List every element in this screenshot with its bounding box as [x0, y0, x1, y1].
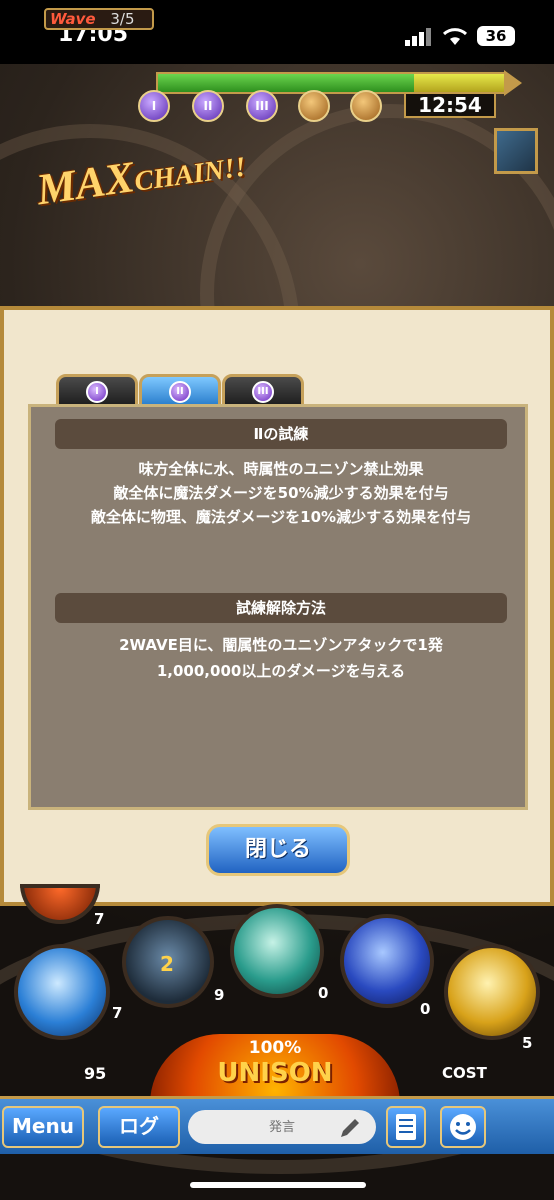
skill-count: 0	[318, 984, 329, 1002]
trial-content: Ⅱの試練 味方全体に水、時属性のユニゾン禁止効果 敵全体に魔法ダメージを50%減…	[28, 404, 528, 810]
smile-icon	[450, 1114, 476, 1140]
skill-count: 7	[112, 1004, 123, 1022]
skill-orb-wind[interactable]	[230, 904, 324, 998]
stage-orb: II	[192, 90, 224, 122]
release-line: 1,000,000以上のダメージを与える	[156, 662, 406, 680]
release-line: 2WAVE目に、闇属性のユニゾンアタックで1発	[119, 636, 443, 654]
stage-orb	[350, 90, 382, 122]
wifi-icon	[442, 28, 468, 45]
stage-orb	[298, 90, 330, 122]
skill-count: 7	[94, 910, 105, 928]
wave-count: 3/5	[110, 10, 135, 28]
wave-indicator: Wave 3/5	[44, 8, 154, 30]
menu-button[interactable]: Menu	[2, 1106, 84, 1148]
unison-left-count: 95	[84, 1064, 107, 1083]
pencil-icon[interactable]	[338, 1116, 362, 1140]
battery-icon: 36	[477, 26, 515, 46]
battle-timer: 12:54	[404, 92, 496, 118]
emote-button[interactable]	[440, 1106, 486, 1148]
trial-line: 味方全体に水、時属性のユニゾン禁止効果	[138, 460, 424, 478]
trial-line: 敵全体に魔法ダメージを50%減少する効果を付与	[113, 484, 449, 502]
cost-label: COST	[442, 1064, 487, 1082]
list-icon	[396, 1114, 416, 1140]
wave-word: Wave	[50, 10, 96, 28]
skill-count: 5	[522, 1034, 533, 1052]
skill-orb-light[interactable]	[444, 944, 540, 1040]
unison-percent: 100%	[248, 1038, 302, 1058]
tab-label: II	[169, 381, 191, 403]
tab-trial-3[interactable]: III	[222, 374, 304, 408]
unison-gauge[interactable]: 100% UNISON	[150, 1034, 400, 1104]
stage-orb: I	[138, 90, 170, 122]
unison-label: UNISON	[217, 1058, 333, 1088]
hourglass-icon[interactable]	[494, 128, 538, 174]
release-title: 試練解除方法	[55, 593, 507, 623]
list-button[interactable]	[386, 1106, 426, 1148]
close-button[interactable]: 閉じる	[206, 824, 350, 876]
tab-label: I	[86, 381, 108, 403]
stage-orb: III	[246, 90, 278, 122]
skill-orb-ice[interactable]	[14, 944, 110, 1040]
tab-trial-1[interactable]: I	[56, 374, 138, 408]
trial-title: Ⅱの試練	[55, 419, 507, 449]
tab-trial-2[interactable]: II	[139, 374, 221, 408]
home-indicator	[190, 1182, 366, 1188]
skill-orb-dark[interactable]	[340, 914, 434, 1008]
trial-line: 敵全体に物理、魔法ダメージを10%減少する効果を付与	[90, 508, 472, 526]
skill-count: 0	[420, 1000, 431, 1018]
tab-label: III	[252, 381, 274, 403]
cellular-signal-icon	[405, 28, 431, 46]
skill-count: 9	[214, 986, 225, 1004]
skill-count: 2	[160, 952, 174, 976]
log-button[interactable]: ログ	[98, 1106, 180, 1148]
stage-progress: I II III 12:54	[100, 90, 510, 122]
